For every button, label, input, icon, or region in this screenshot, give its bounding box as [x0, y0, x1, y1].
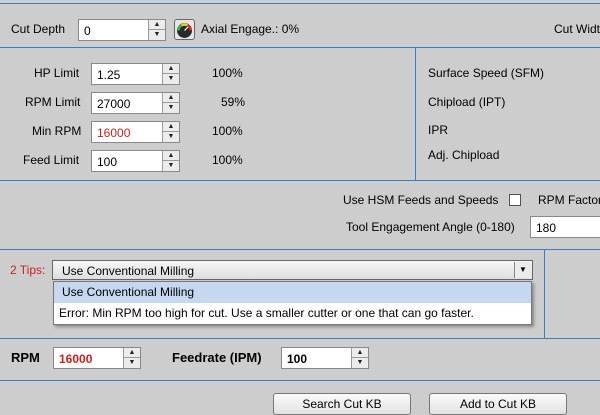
feedrate-down-arrow-icon[interactable]: ▼: [352, 358, 368, 368]
feed-limit-up-arrow-icon[interactable]: ▲: [163, 151, 179, 161]
rpm-limit-value: 27000: [97, 97, 131, 111]
divider-tips-top: [0, 249, 600, 250]
divider-limits-bottom: [0, 180, 600, 181]
rpm-limit-up-arrow-icon[interactable]: ▲: [163, 93, 179, 103]
feed-limit-down-arrow-icon[interactable]: ▼: [163, 161, 179, 171]
rpm-limit-down-arrow-icon[interactable]: ▼: [163, 103, 179, 113]
min-rpm-up-arrow-icon[interactable]: ▲: [163, 122, 179, 132]
divider-tips-bottom: [0, 338, 600, 339]
divider-limits-top: [0, 47, 600, 48]
hp-limit-percent: 100%: [212, 66, 243, 80]
hp-limit-value: 1.25: [97, 68, 121, 82]
tips-label: 2 Tips:: [10, 263, 46, 277]
feedrate-value: 100: [287, 352, 308, 366]
engagement-angle-value: 180: [536, 221, 557, 235]
hsm-label: Use HSM Feeds and Speeds: [343, 193, 499, 207]
feed-limit-value: 100: [97, 155, 118, 169]
engagement-angle-input[interactable]: 180: [530, 216, 600, 238]
min-rpm-label: Min RPM: [32, 124, 82, 138]
tips-option[interactable]: Error: Min RPM too high for cut. Use a s…: [54, 303, 531, 324]
cut-width-label: Cut Widt: [554, 22, 600, 36]
min-rpm-value: 16000: [97, 126, 131, 140]
feed-limit-label: Feed Limit: [23, 153, 80, 167]
feed-limit-stepper[interactable]: 100 ▲ ▼: [91, 150, 180, 172]
tips-selected: Use Conventional Milling: [62, 264, 195, 278]
divider-tips-right: [544, 249, 545, 339]
gauge-icon[interactable]: [174, 19, 195, 40]
surface-speed-label: Surface Speed (SFM): [428, 66, 545, 80]
min-rpm-stepper[interactable]: 16000 ▲ ▼: [91, 121, 180, 143]
rpm-down-arrow-icon[interactable]: ▼: [124, 358, 140, 368]
divider-right-panel: [415, 47, 416, 181]
rpm-stepper[interactable]: 16000 ▲ ▼: [53, 347, 141, 369]
adj-chipload-label: Adj. Chipload: [428, 148, 500, 162]
rpm-limit-percent: 59%: [221, 95, 246, 109]
hp-limit-up-arrow-icon[interactable]: ▲: [163, 64, 179, 74]
hp-limit-label: HP Limit: [34, 66, 80, 80]
ipr-label: IPR: [428, 123, 449, 137]
feedrate-up-arrow-icon[interactable]: ▲: [352, 348, 368, 358]
min-rpm-percent: 100%: [212, 124, 243, 138]
rpm-up-arrow-icon[interactable]: ▲: [124, 348, 140, 358]
divider-top: [0, 3, 600, 4]
divider-bottom: [0, 380, 600, 381]
cut-depth-label: Cut Depth: [11, 22, 66, 36]
tips-option[interactable]: Use Conventional Milling: [54, 282, 531, 303]
cut-depth-down-arrow-icon[interactable]: ▼: [149, 30, 165, 40]
cut-depth-stepper[interactable]: 0 ▲ ▼: [78, 19, 166, 41]
feed-limit-percent: 100%: [212, 153, 243, 167]
add-to-cut-kb-button[interactable]: Add to Cut KB: [429, 393, 567, 415]
hsm-checkbox[interactable]: [509, 194, 521, 206]
hp-limit-stepper[interactable]: 1.25 ▲ ▼: [91, 63, 180, 85]
rpm-label: RPM: [11, 350, 40, 365]
cut-depth-up-arrow-icon[interactable]: ▲: [149, 20, 165, 30]
chipload-label: Chipload (IPT): [428, 95, 506, 109]
feedrate-stepper[interactable]: 100 ▲ ▼: [281, 347, 369, 369]
min-rpm-down-arrow-icon[interactable]: ▼: [163, 132, 179, 142]
rpm-factor-label: RPM Factor: [538, 193, 600, 207]
rpm-value: 16000: [59, 352, 93, 366]
engagement-angle-label: Tool Engagement Angle (0-180): [346, 220, 515, 234]
feedrate-label: Feedrate (IPM): [172, 350, 262, 365]
rpm-limit-label: RPM Limit: [25, 95, 81, 109]
chevron-down-icon[interactable]: ▼: [514, 262, 531, 278]
cut-depth-value: 0: [84, 24, 91, 38]
rpm-limit-stepper[interactable]: 27000 ▲ ▼: [91, 92, 180, 114]
hp-limit-down-arrow-icon[interactable]: ▼: [163, 74, 179, 84]
tips-dropdown-list: Use Conventional Milling Error: Min RPM …: [53, 281, 532, 325]
tips-dropdown[interactable]: Use Conventional Milling ▼: [52, 260, 533, 280]
search-cut-kb-button[interactable]: Search Cut KB: [273, 393, 411, 415]
axial-engage-text: Axial Engage.: 0%: [201, 22, 300, 36]
